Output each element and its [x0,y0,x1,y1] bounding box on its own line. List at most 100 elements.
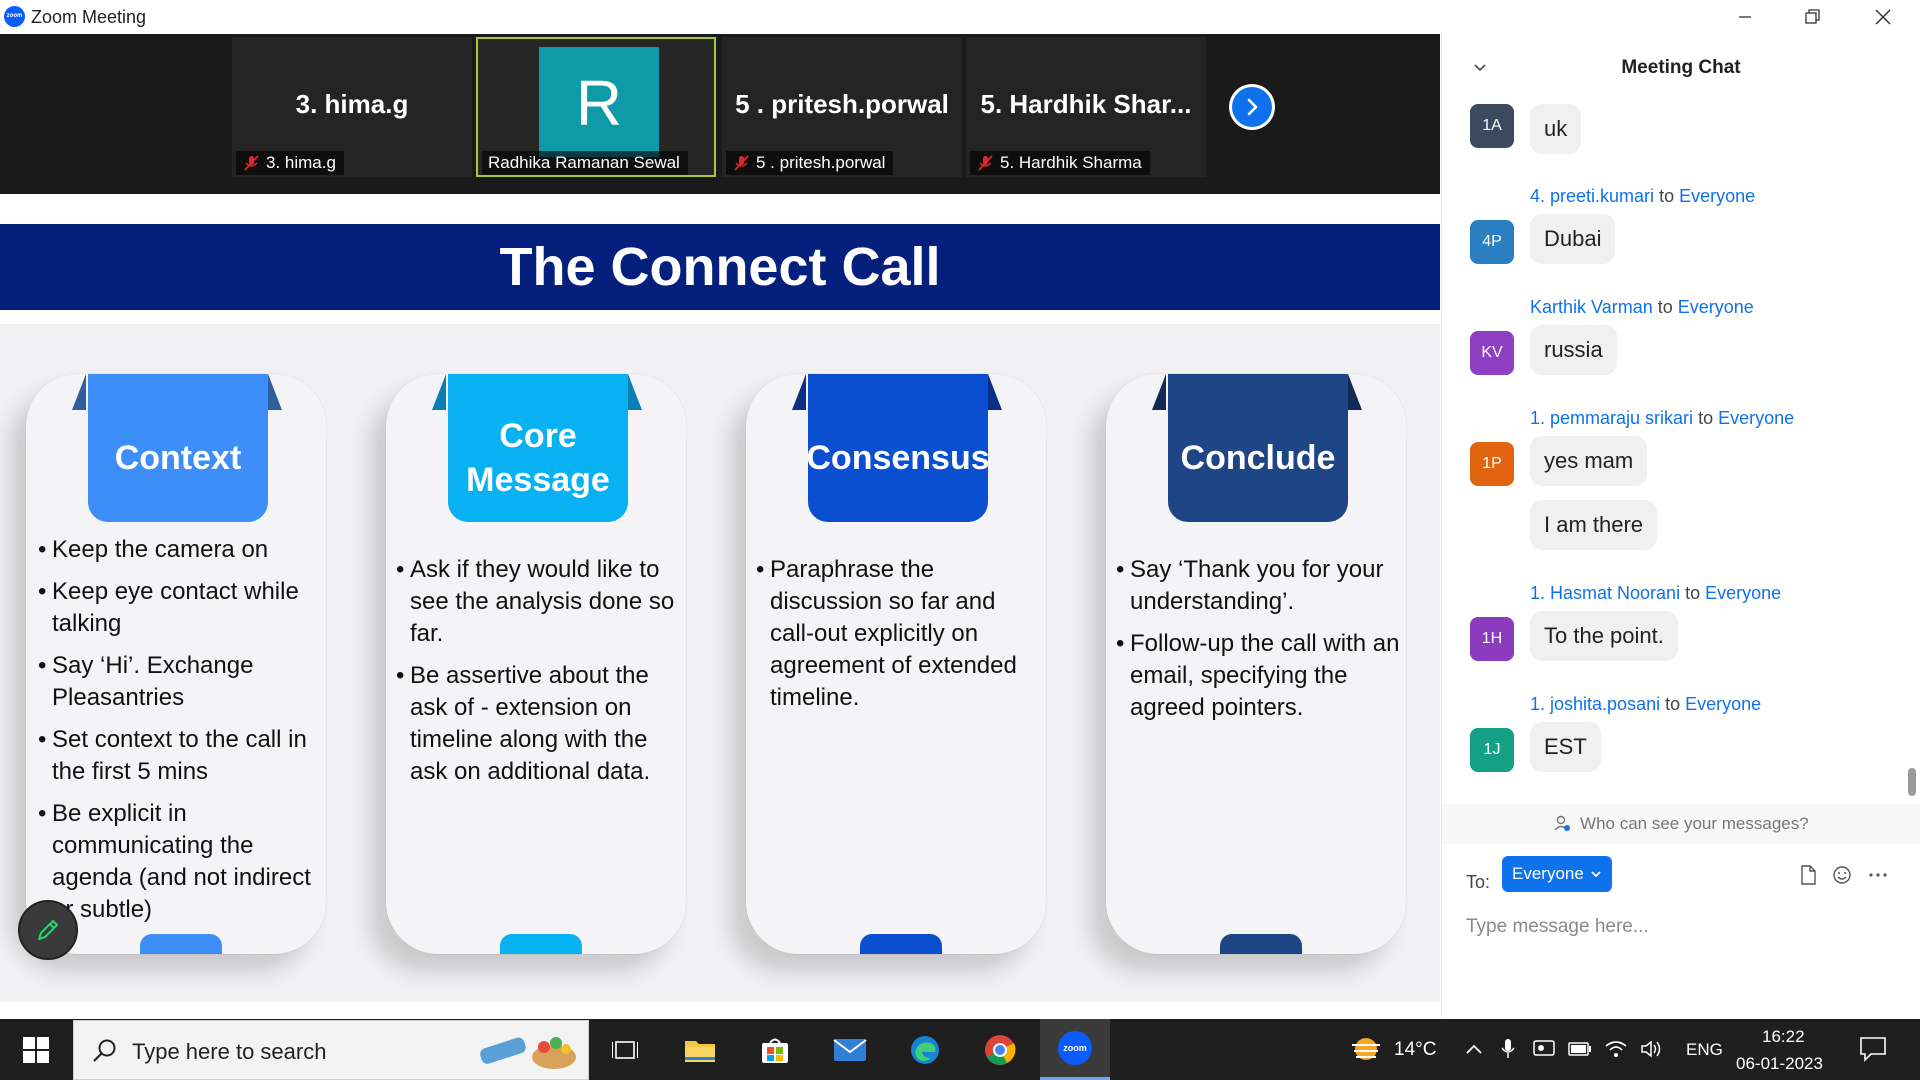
task-view-button[interactable] [590,1019,660,1080]
message-bubble[interactable]: To the point. [1530,611,1678,661]
message-bubble[interactable]: I am there [1530,500,1658,550]
message-bubble[interactable]: yes mam [1530,436,1648,486]
next-participants-button[interactable] [1229,84,1275,130]
wifi-icon[interactable] [1604,1037,1628,1061]
message-sender[interactable]: 1. Hasmat Noorani [1530,583,1680,603]
message-connector: to [1659,186,1675,206]
message-bubble[interactable]: russia [1530,325,1617,375]
mail-button[interactable] [815,1019,885,1080]
volume-icon[interactable] [1640,1037,1664,1061]
minimize-button[interactable] [1710,0,1780,34]
bullet-item: Be explicit in communicating the agenda … [38,798,320,926]
card-heading: Core Message [448,374,628,522]
edge-button[interactable] [890,1019,960,1080]
avatar: 1J [1470,728,1514,772]
microphone-icon[interactable] [1496,1037,1520,1061]
to-label: To: [1466,872,1491,892]
taskbar: zoom 14°C ENG 16:22 06-01-2023 [0,1019,1920,1080]
card-heading: Context [88,374,268,522]
search-input[interactable] [132,1037,492,1067]
folder-icon [685,1040,715,1062]
bullet-item: Follow-up the call with an email, specif… [1116,628,1402,724]
avatar: R [539,47,659,157]
message-sender[interactable]: 1. pemmaraju srikari [1530,408,1693,428]
bullet-item: Say ‘Thank you for your understanding’. [1116,554,1402,618]
file-explorer-button[interactable] [665,1019,735,1080]
input-language[interactable]: ENG [1686,1040,1723,1060]
user-lock-icon [1554,815,1571,831]
message-sender[interactable]: 4. preeti.kumari [1530,186,1654,206]
chevron-right-icon [1232,87,1272,127]
chevron-down-icon [1591,871,1601,878]
taskbar-search[interactable] [73,1020,589,1080]
annotate-button[interactable] [18,900,78,960]
file-icon [1801,865,1816,885]
zoom-logo-icon: zoom [4,6,25,27]
message-sender[interactable]: Karthik Varman [1530,297,1653,317]
start-button[interactable] [0,1019,72,1080]
pencil-icon [38,920,58,940]
message-sender-line: Karthik Varman to Everyone [1530,297,1754,318]
card-heading: Consensus [806,374,990,522]
message-sender-line: 1. joshita.posani to Everyone [1530,694,1761,715]
clock-time[interactable]: 16:22 [1762,1027,1805,1047]
message-bubble[interactable]: uk [1530,104,1582,154]
participant-tile[interactable]: 5 . pritesh.porwal 5 . pritesh.porwal [722,37,962,177]
close-button[interactable] [1848,0,1918,34]
participant-tile[interactable]: 3. hima.g 3. hima.g [232,37,472,177]
weather-temperature[interactable]: 14°C [1394,1039,1436,1061]
message-recipient[interactable]: Everyone [1678,297,1754,317]
chat-scrollbar[interactable] [1908,768,1916,796]
avatar: 1H [1470,617,1514,661]
store-button[interactable] [740,1019,810,1080]
more-options-button[interactable] [1866,863,1890,887]
participant-label-text: Radhika Ramanan Sewal [488,153,680,172]
avatar: 4P [1470,220,1514,264]
bullet-item: Set context to the call in the first 5 m… [38,724,320,788]
restore-button[interactable] [1778,0,1848,34]
participant-tile-active-speaker[interactable]: R Radhika Ramanan Sewal [476,37,716,177]
mail-icon [833,1038,867,1061]
battery-icon[interactable] [1568,1037,1592,1061]
zoom-taskbar-button[interactable]: zoom [1040,1019,1110,1080]
file-attach-button[interactable] [1796,863,1820,887]
message-bubble[interactable]: EST [1530,722,1601,772]
participant-label-text: 5. Hardhik Sharma [1000,153,1142,172]
chevron-up-icon[interactable] [1462,1037,1486,1061]
slide-body: Context Keep the camera on Keep eye cont… [0,324,1440,1002]
message-recipient[interactable]: Everyone [1705,583,1781,603]
participant-label-text: 5 . pritesh.porwal [756,153,886,172]
mic-muted-icon [734,155,749,171]
minimize-icon [1739,16,1751,18]
avatar: KV [1470,331,1514,375]
title-bar: zoom Zoom Meeting [0,0,1920,34]
screen-share-icon[interactable] [1532,1037,1556,1061]
zoom-icon: zoom [1058,1031,1092,1065]
message-sender[interactable]: 1. joshita.posani [1530,694,1660,714]
participant-tile[interactable]: 5. Hardhik Shar... 5. Hardhik Sharma [966,37,1206,177]
chat-title: Meeting Chat [1621,57,1741,78]
message-bubble[interactable]: Dubai [1530,214,1616,264]
chrome-icon [985,1034,1016,1065]
participant-name-label: 3. hima.g [236,151,344,175]
mic-muted-icon [244,155,259,171]
clock-date[interactable]: 06-01-2023 [1736,1054,1823,1074]
emoji-button[interactable] [1830,863,1854,887]
recipient-select[interactable]: Everyone [1502,856,1612,892]
card-foot-tab [500,934,582,954]
mic-muted-icon [978,155,993,171]
message-recipient[interactable]: Everyone [1679,186,1755,206]
notifications-icon[interactable] [1858,1035,1888,1063]
search-highlight-icon [480,1037,576,1069]
card-foot-tab [860,934,942,954]
message-recipient[interactable]: Everyone [1718,408,1794,428]
privacy-hint[interactable]: Who can see your messages? [1442,804,1920,844]
message-recipient[interactable]: Everyone [1685,694,1761,714]
message-sender-line: 1. pemmaraju srikari to Everyone [1530,408,1794,429]
chrome-button[interactable] [965,1019,1035,1080]
participant-label-text: 3. hima.g [266,153,336,172]
message-connector: to [1657,297,1673,317]
message-input[interactable] [1466,910,1896,944]
weather-icon[interactable] [1348,1033,1386,1065]
message-connector: to [1665,694,1681,714]
